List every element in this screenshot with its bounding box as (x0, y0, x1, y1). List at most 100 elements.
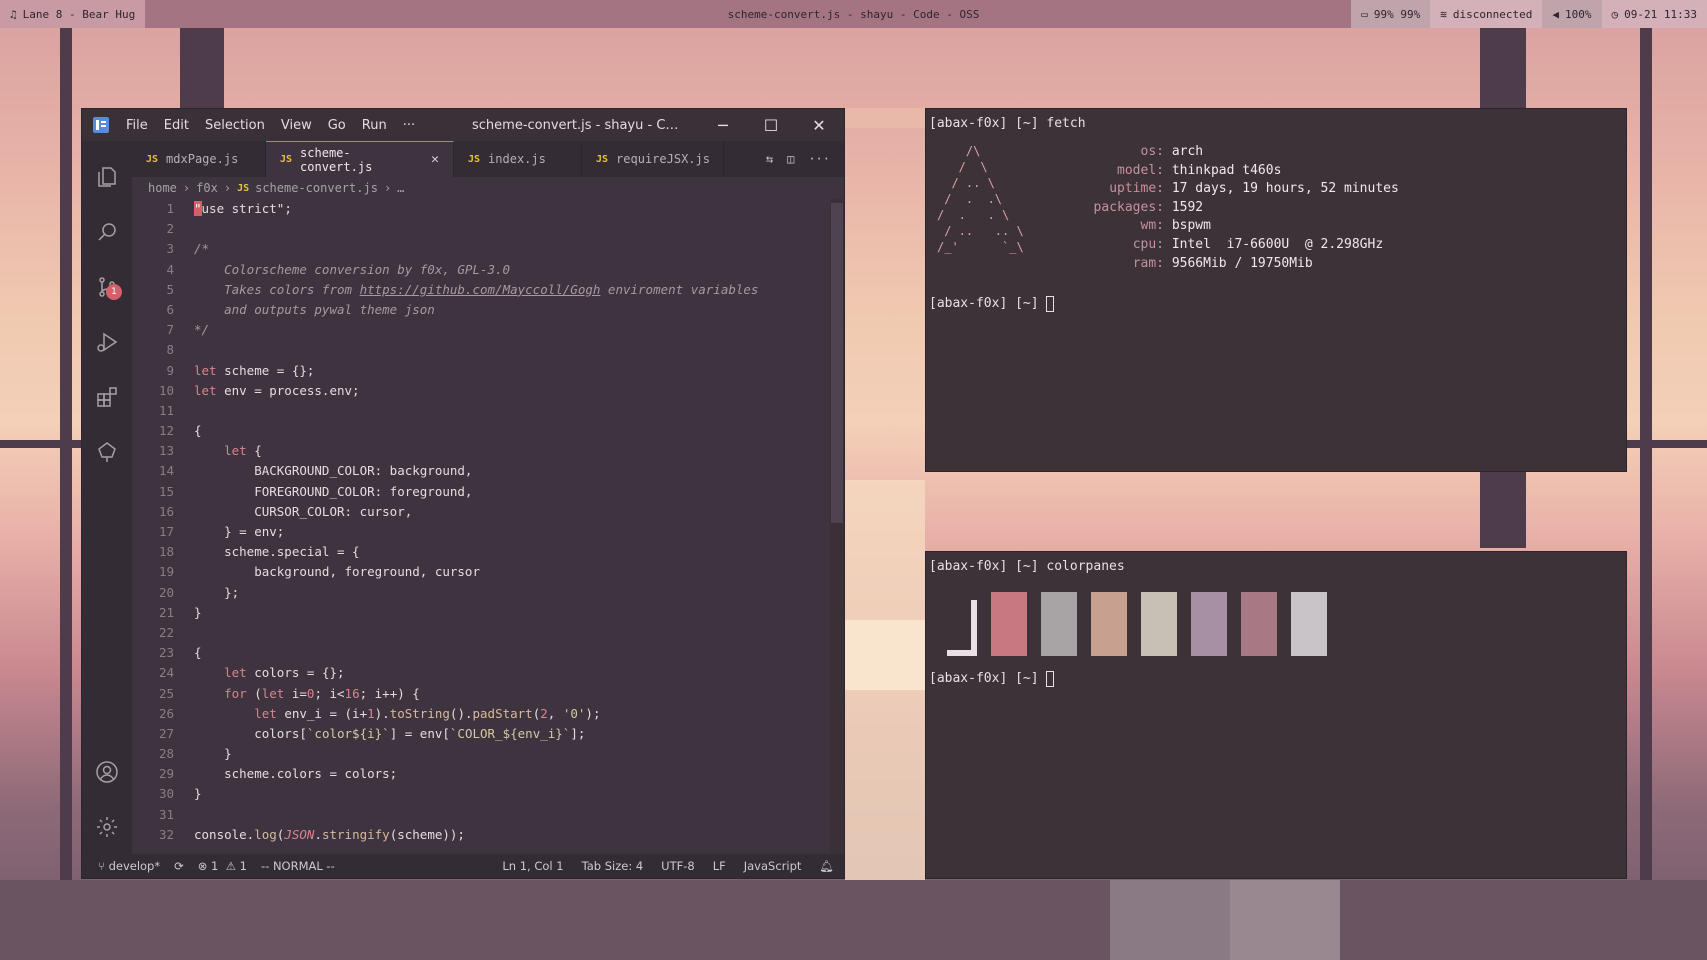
command: fetch (1046, 116, 1086, 131)
tab-requirejsx[interactable]: JS requireJSX.js (582, 141, 724, 177)
status-bar: ⑂ develop* ⟳ ⊗ 1 ⚠ 1 -- NORMAL -- Ln 1, … (82, 854, 844, 878)
code-line: "use strict"; (194, 201, 292, 216)
sync-icon[interactable]: ⟳ (174, 859, 184, 873)
wallpaper-sky-strip (845, 108, 925, 128)
line-number: 32 (158, 826, 174, 842)
terminal-line: [abax-f0x] [~] colorpanes (929, 556, 1623, 578)
source-control-button[interactable]: 1 (82, 259, 132, 314)
line-number-gutter: 1 2 3 4 5 6 7 8 9 10 11 12 13 14 15 16 17 18 19 20 21 22 23 24 2… (132, 199, 184, 854)
notifications-bell-icon[interactable]: 🔔︎ (819, 859, 834, 873)
tab-index[interactable]: JS index.js (454, 141, 582, 177)
menu-selection[interactable]: Selection (197, 118, 273, 133)
breadcrumb-f0x[interactable]: f0x (196, 181, 218, 195)
editor-window-title: scheme-convert.js - shayu - C… (472, 117, 679, 133)
open-changes-icon[interactable]: ⇆ (766, 152, 773, 166)
tab-size[interactable]: Tab Size: 4 (582, 859, 644, 873)
wallpaper-sill-right (1627, 440, 1707, 448)
battery-icon: ▭ (1361, 7, 1368, 21)
end-of-line[interactable]: LF (713, 859, 726, 873)
music-widget[interactable]: ♫ Lane 8 - Bear Hug (0, 0, 146, 28)
js-file-icon: JS (596, 153, 609, 165)
manage-button[interactable] (82, 799, 132, 854)
extensions-button[interactable] (82, 369, 132, 424)
volume-widget[interactable]: ◀ 100% (1542, 0, 1602, 28)
code-line: } (194, 604, 202, 620)
code-line: } (194, 746, 232, 762)
git-branch-status[interactable]: ⑂ develop* (98, 859, 160, 873)
terminal-fetch[interactable]: [abax-f0x] [~] fetch /\ / \ / .. \ / . .… (925, 108, 1627, 472)
problems-status[interactable]: ⊗ 1 ⚠ 1 (198, 859, 247, 873)
editor-scrollbar[interactable] (830, 199, 844, 854)
code-line: scheme.special = { (194, 544, 360, 560)
music-note-icon: ♫ (10, 7, 17, 21)
wallpaper-figures (1110, 880, 1240, 960)
more-actions-icon[interactable]: ··· (808, 152, 830, 166)
line-number: 12 (158, 423, 174, 439)
cursor-position[interactable]: Ln 1, Col 1 (502, 859, 563, 873)
menu-go[interactable]: Go (320, 118, 354, 133)
color-pane (1091, 592, 1127, 656)
scrollbar-thumb[interactable] (831, 203, 843, 523)
line-number: 2 (166, 221, 174, 237)
run-debug-button[interactable] (82, 314, 132, 369)
info-value: Intel i7-6600U @ 2.298GHz (1164, 236, 1384, 252)
explorer-button[interactable] (82, 149, 132, 204)
search-button[interactable] (82, 204, 132, 259)
js-file-icon: JS (280, 154, 293, 165)
clock-text: 09-21 11:33 (1624, 7, 1697, 21)
menu-more[interactable]: ··· (395, 118, 423, 133)
line-number: 4 (166, 261, 174, 277)
code-line: BACKGROUND_COLOR: background, (194, 463, 473, 479)
split-editor-icon[interactable]: ◫ (787, 152, 794, 166)
breadcrumb-symbol[interactable]: … (397, 181, 404, 195)
menu-run[interactable]: Run (354, 118, 395, 133)
wallpaper-cloud (845, 620, 925, 690)
extensions-icon (97, 386, 117, 407)
battery-widget[interactable]: ▭ 99% 99% (1351, 0, 1431, 28)
vscode-logo-icon[interactable] (90, 114, 112, 136)
terminal-line: [abax-f0x] [~] fetch (929, 113, 1623, 135)
menu-view[interactable]: View (273, 118, 320, 133)
code-line: colors[`color${i}`] = env[`COLOR_${env_i… (194, 725, 586, 741)
info-row: packages: 1592 (1049, 199, 1399, 218)
info-value: thinkpad t460s (1164, 162, 1282, 178)
accounts-button[interactable] (82, 744, 132, 799)
close-icon: ✕ (812, 115, 826, 135)
code-line: */ (194, 322, 210, 338)
line-number: 21 (158, 604, 174, 620)
menu-file[interactable]: File (118, 118, 156, 133)
close-window-button[interactable]: ✕ (796, 109, 842, 141)
wallpaper-sill (0, 440, 81, 448)
close-tab-icon[interactable]: ✕ (431, 152, 439, 167)
line-number: 5 (166, 281, 174, 297)
run-debug-icon (97, 332, 118, 352)
code-content[interactable]: "use strict"; /* Colorscheme conversion … (184, 199, 844, 854)
tab-scheme-convert[interactable]: JS scheme-convert.js ✕ (266, 141, 454, 177)
breadcrumb-file[interactable]: scheme-convert.js (255, 181, 378, 195)
remote-tree-button[interactable] (82, 424, 132, 479)
code-editor[interactable]: 1 2 3 4 5 6 7 8 9 10 11 12 13 14 15 16 17 18 19 20 21 22 23 24 2… (132, 199, 844, 854)
language-mode[interactable]: JavaScript (744, 859, 802, 873)
prompt: [abax-f0x] [~] (929, 296, 1047, 312)
network-widget[interactable]: ≋ disconnected (1430, 0, 1543, 28)
clock-widget[interactable]: ◷ 09-21 11:33 (1601, 0, 1707, 28)
prompt: [abax-f0x] [~] (929, 671, 1047, 686)
info-key: wm: (1140, 218, 1164, 234)
line-number: 1 (166, 201, 174, 216)
code-line: } = env; (194, 524, 285, 539)
color-pane (991, 592, 1027, 656)
breadcrumb-home[interactable]: home (148, 181, 177, 195)
maximize-button[interactable]: ☐ (748, 109, 794, 141)
minimize-button[interactable]: ─ (700, 109, 746, 141)
code-line: }; (194, 584, 240, 600)
chevron-right-icon: › (383, 181, 392, 195)
tab-mdxpage[interactable]: JS mdxPage.js (132, 141, 266, 177)
menu-edit[interactable]: Edit (156, 118, 197, 133)
encoding[interactable]: UTF-8 (661, 859, 695, 873)
code-line: FOREGROUND_COLOR: foreground, (194, 483, 473, 499)
terminal-colorpanes[interactable]: [abax-f0x] [~] colorpanes [abax-f0x] [~] (925, 551, 1627, 879)
line-number: 9 (166, 362, 174, 378)
line-number: 27 (158, 725, 174, 741)
